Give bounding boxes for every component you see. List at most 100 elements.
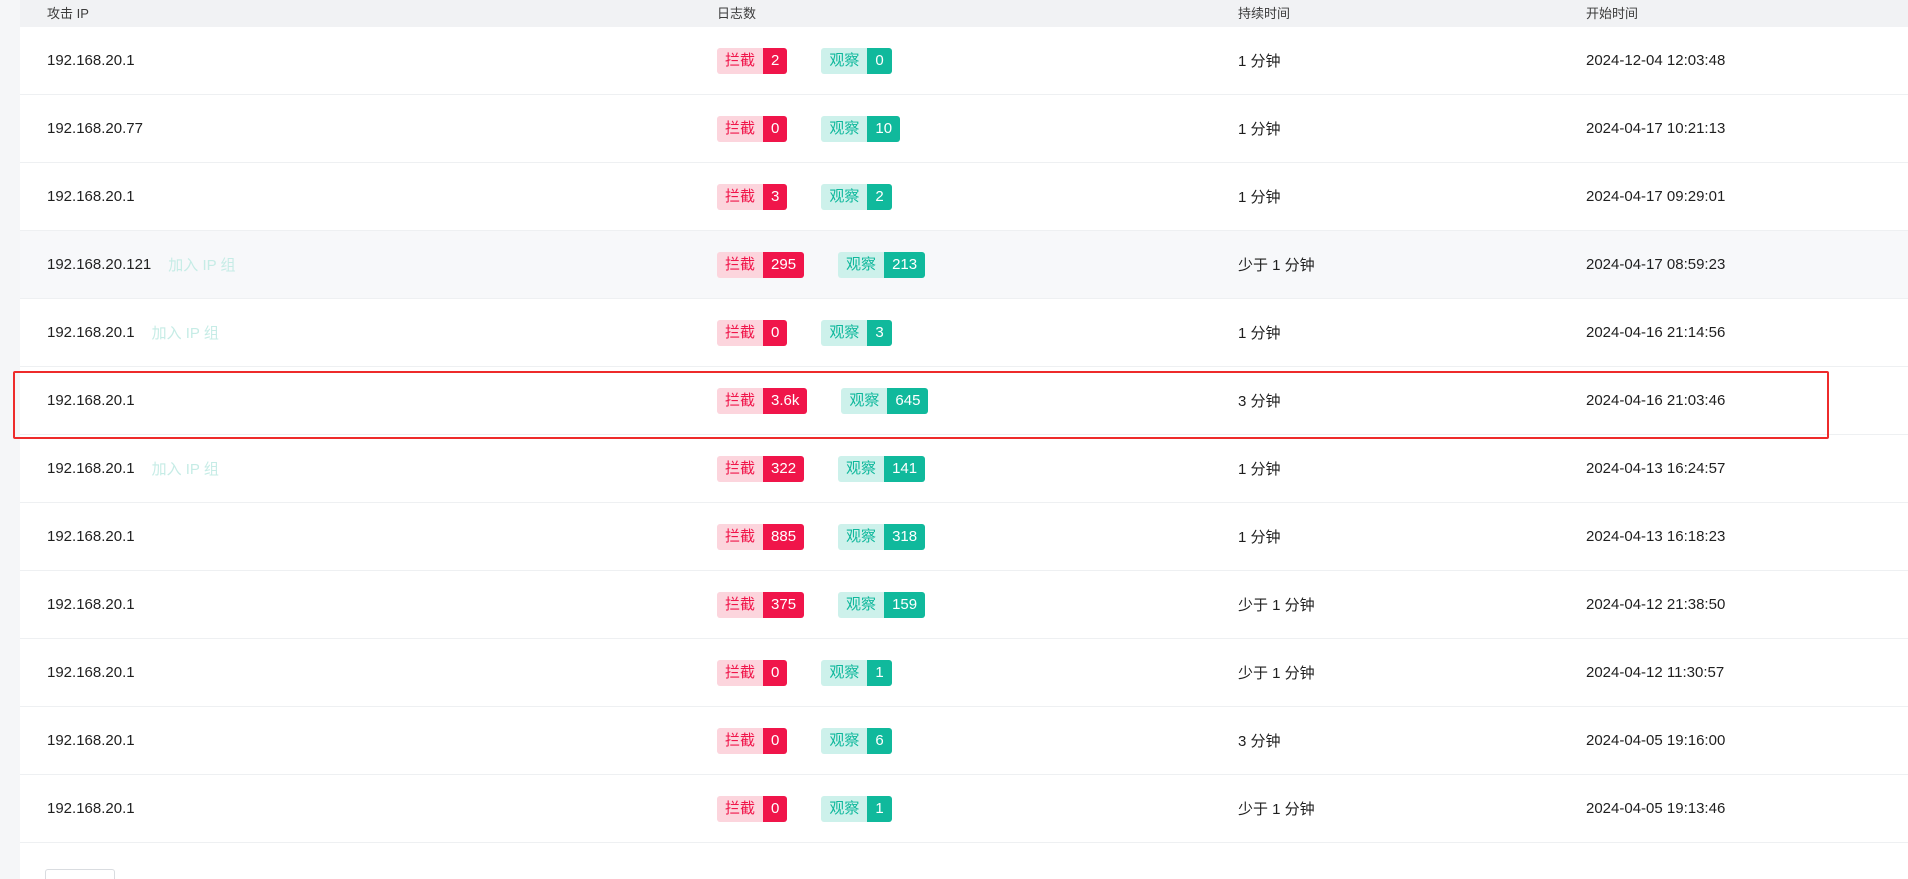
table-row[interactable]: 192.168.20.1 拦截 3 观察 2 1 分钟 2024-04-17 09:… bbox=[20, 163, 1908, 231]
block-label: 拦截 bbox=[717, 795, 764, 822]
block-count: 3.6k bbox=[763, 387, 808, 414]
watch-label: 观察 bbox=[821, 795, 868, 822]
block-count: 375 bbox=[763, 591, 805, 618]
watch-count-badge: 观察 6 bbox=[821, 727, 892, 754]
table-header: 攻击 IP 日志数 持续时间 开始时间 bbox=[20, 0, 1908, 27]
table-row[interactable]: 192.168.20.1 拦截 375 观察 159 少于 1 分钟 2024-04… bbox=[20, 571, 1908, 639]
watch-count-badge: 观察 213 bbox=[838, 251, 926, 278]
row-ip: 192.168.20.1 bbox=[47, 664, 135, 681]
row-duration: 1 分钟 bbox=[1238, 121, 1281, 138]
page-size-selector[interactable] bbox=[45, 869, 115, 879]
table-row[interactable]: 192.168.20.77 拦截 0 观察 10 1 分钟 2024-04-17 1… bbox=[20, 95, 1908, 163]
watch-count: 1 bbox=[867, 659, 892, 686]
row-ip: 192.168.20.1 bbox=[47, 732, 135, 749]
block-count: 0 bbox=[763, 115, 788, 142]
watch-count: 0 bbox=[867, 47, 892, 74]
row-start-time: 2024-04-05 19:16:00 bbox=[1586, 732, 1726, 749]
watch-label: 观察 bbox=[821, 47, 868, 74]
row-duration: 少于 1 分钟 bbox=[1238, 801, 1315, 818]
row-ip: 192.168.20.1 bbox=[47, 188, 135, 205]
row-ip: 192.168.20.1 bbox=[47, 324, 135, 341]
row-ip: 192.168.20.77 bbox=[47, 120, 143, 137]
watch-count-badge: 观察 141 bbox=[838, 455, 926, 482]
watch-count-badge: 观察 318 bbox=[838, 523, 926, 550]
watch-count: 3 bbox=[867, 319, 892, 346]
block-count-badge: 拦截 2 bbox=[717, 47, 788, 74]
watch-count: 213 bbox=[884, 251, 926, 278]
block-count-badge: 拦截 0 bbox=[717, 727, 788, 754]
row-ip: 192.168.20.1 bbox=[47, 528, 135, 545]
watch-count-badge: 观察 159 bbox=[838, 591, 926, 618]
watch-count: 159 bbox=[884, 591, 926, 618]
table-row[interactable]: 192.168.20.1 拦截 885 观察 318 1 分钟 2024-04-13… bbox=[20, 503, 1908, 571]
watch-label: 观察 bbox=[821, 659, 868, 686]
row-ip: 192.168.20.1 bbox=[47, 392, 135, 409]
watch-count-badge: 观察 3 bbox=[821, 319, 892, 346]
table-row[interactable]: 192.168.20.1 拦截 2 观察 0 1 分钟 2024-12-04 12:… bbox=[20, 27, 1908, 95]
row-start-time: 2024-04-12 11:30:57 bbox=[1586, 664, 1725, 681]
block-count: 885 bbox=[763, 523, 805, 550]
block-label: 拦截 bbox=[717, 455, 764, 482]
block-label: 拦截 bbox=[717, 591, 764, 618]
watch-count-badge: 观察 645 bbox=[841, 387, 929, 414]
block-count-badge: 拦截 295 bbox=[717, 251, 805, 278]
row-start-time: 2024-04-16 21:14:56 bbox=[1586, 324, 1726, 341]
watch-count-badge: 观察 0 bbox=[821, 47, 892, 74]
watch-label: 观察 bbox=[838, 591, 885, 618]
row-ip: 192.168.20.1 bbox=[47, 596, 135, 613]
block-label: 拦截 bbox=[717, 47, 764, 74]
column-header-ip: 攻击 IP bbox=[47, 6, 89, 21]
table-row[interactable]: 192.168.20.121 加入 IP 组 拦截 295 观察 213 少于 1 分… bbox=[20, 231, 1908, 299]
block-label: 拦截 bbox=[717, 727, 764, 754]
watch-label: 观察 bbox=[821, 183, 868, 210]
row-start-time: 2024-12-04 12:03:48 bbox=[1586, 52, 1726, 69]
watch-label: 观察 bbox=[841, 387, 888, 414]
row-duration: 1 分钟 bbox=[1238, 325, 1281, 342]
row-start-time: 2024-04-13 16:18:23 bbox=[1586, 528, 1726, 545]
table-row[interactable]: 192.168.20.1 拦截 0 观察 1 少于 1 分钟 2024-04-05 … bbox=[20, 775, 1908, 843]
watch-count: 318 bbox=[884, 523, 926, 550]
watch-count-badge: 观察 2 bbox=[821, 183, 892, 210]
block-count-badge: 拦截 3.6k bbox=[717, 387, 808, 414]
row-ip: 192.168.20.1 bbox=[47, 800, 135, 817]
row-start-time: 2024-04-13 16:24:57 bbox=[1586, 460, 1726, 477]
table-row[interactable]: 192.168.20.1 加入 IP 组 拦截 322 观察 141 1 分钟 202… bbox=[20, 435, 1908, 503]
block-count-badge: 拦截 0 bbox=[717, 795, 788, 822]
column-header-duration: 持续时间 bbox=[1238, 6, 1291, 21]
table-row[interactable]: 192.168.20.1 拦截 3.6k 观察 645 3 分钟 2024-04-1… bbox=[20, 367, 1908, 435]
watch-label: 观察 bbox=[838, 251, 885, 278]
row-duration: 少于 1 分钟 bbox=[1238, 665, 1315, 682]
block-label: 拦截 bbox=[717, 319, 764, 346]
watch-count: 141 bbox=[884, 455, 926, 482]
table-row[interactable]: 192.168.20.1 拦截 0 观察 1 少于 1 分钟 2024-04-12 … bbox=[20, 639, 1908, 707]
block-count-badge: 拦截 375 bbox=[717, 591, 805, 618]
row-ip: 192.168.20.121 bbox=[47, 256, 152, 273]
add-to-ip-group-link[interactable]: 加入 IP 组 bbox=[152, 458, 219, 479]
block-count: 0 bbox=[763, 727, 788, 754]
watch-count: 2 bbox=[867, 183, 892, 210]
watch-count-badge: 观察 10 bbox=[821, 115, 901, 142]
row-duration: 1 分钟 bbox=[1238, 53, 1281, 70]
block-label: 拦截 bbox=[717, 183, 764, 210]
add-to-ip-group-link[interactable]: 加入 IP 组 bbox=[168, 254, 235, 275]
watch-count: 10 bbox=[867, 115, 901, 142]
row-start-time: 2024-04-17 09:29:01 bbox=[1586, 188, 1726, 205]
block-count: 322 bbox=[763, 455, 805, 482]
add-to-ip-group-link[interactable]: 加入 IP 组 bbox=[152, 322, 219, 343]
row-duration: 3 分钟 bbox=[1238, 733, 1281, 750]
row-duration: 3 分钟 bbox=[1238, 393, 1281, 410]
page: 攻击 IP 日志数 持续时间 开始时间 192.168.20.1 拦截 2 观察 0… bbox=[0, 0, 1908, 879]
watch-label: 观察 bbox=[838, 523, 885, 550]
row-duration: 1 分钟 bbox=[1238, 529, 1281, 546]
row-duration: 少于 1 分钟 bbox=[1238, 597, 1315, 614]
row-duration: 1 分钟 bbox=[1238, 189, 1281, 206]
block-count: 295 bbox=[763, 251, 805, 278]
block-count-badge: 拦截 0 bbox=[717, 319, 788, 346]
block-count: 2 bbox=[763, 47, 788, 74]
row-start-time: 2024-04-17 10:21:13 bbox=[1586, 120, 1726, 137]
table-row[interactable]: 192.168.20.1 加入 IP 组 拦截 0 观察 3 1 分钟 2024-04… bbox=[20, 299, 1908, 367]
block-label: 拦截 bbox=[717, 523, 764, 550]
table-row[interactable]: 192.168.20.1 拦截 0 观察 6 3 分钟 2024-04-05 19:… bbox=[20, 707, 1908, 775]
row-duration: 1 分钟 bbox=[1238, 461, 1281, 478]
row-start-time: 2024-04-12 21:38:50 bbox=[1586, 596, 1726, 613]
